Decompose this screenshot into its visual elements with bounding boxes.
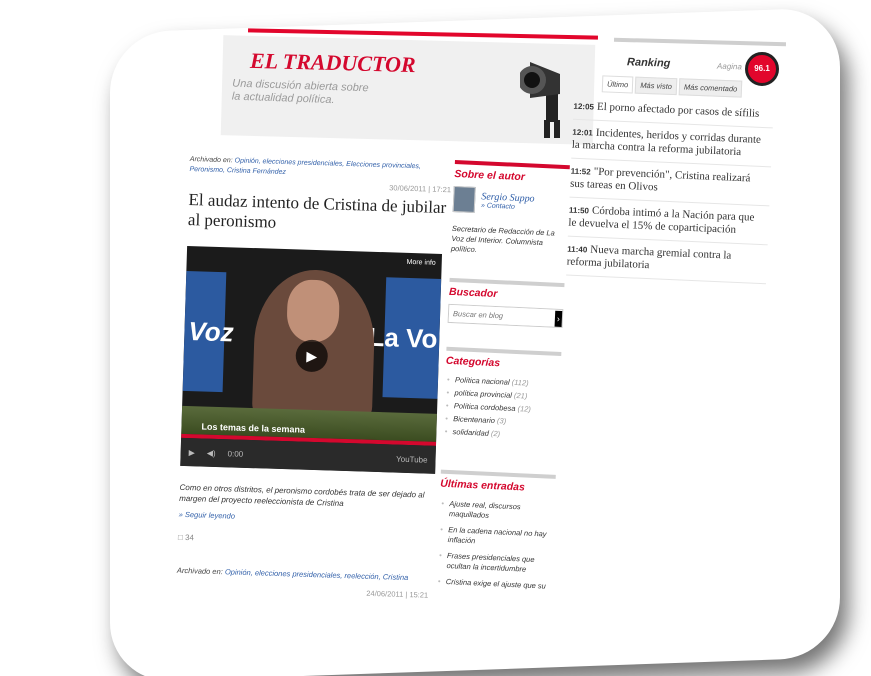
- archived-label: Archivado en:: [189, 155, 233, 165]
- category-name[interactable]: política provincial: [454, 388, 512, 400]
- ranking-time: 11:40: [567, 244, 588, 255]
- ranking-time: 12:05: [573, 101, 595, 112]
- category-count: (21): [513, 390, 528, 401]
- blog-page: EL TRADUCTOR Una discusión abierta sobre…: [0, 0, 871, 676]
- article-excerpt: Como en otros distritos, el peronismo co…: [179, 482, 425, 508]
- category-name[interactable]: Política nacional: [455, 375, 510, 386]
- comment-count-value: 34: [184, 533, 195, 543]
- middle-sidebar: Sobre el autor Sergio Suppo » Contacto S…: [435, 160, 570, 595]
- category-name[interactable]: Política cordobesa: [454, 401, 516, 413]
- categories-section-title: Categorías: [445, 354, 501, 370]
- archived-line-2: Archivado en: Opinión, elecciones presid…: [177, 566, 439, 583]
- search-section-title: Buscador: [448, 285, 498, 301]
- read-more-link[interactable]: » Seguir leyendo: [179, 510, 441, 527]
- tab-mas-visto[interactable]: Más visto: [634, 76, 678, 96]
- ranking-time: 11:50: [568, 205, 590, 216]
- megaphone-man-icon: [520, 62, 560, 138]
- video-player[interactable]: Voz La Vo ▶ More info Los temas de la se…: [180, 245, 443, 474]
- categories-list: Política nacional (112) política provinc…: [442, 373, 560, 443]
- ranking-headline[interactable]: Nueva marcha gremial contra la reforma j…: [566, 244, 731, 272]
- author-avatar[interactable]: [452, 185, 476, 213]
- radio-logo[interactable]: 96.1: [745, 52, 779, 86]
- article-headline[interactable]: El audaz intento de Cristina de jubilar …: [188, 190, 451, 238]
- ranking-top-bar: [613, 37, 787, 47]
- site-title[interactable]: EL TRADUCTOR: [250, 48, 416, 78]
- ranking-item[interactable]: 11:40 Nueva marcha gremial contra la refo…: [566, 236, 768, 285]
- archived-tags-2[interactable]: Opinión, elecciones presidenciales, reel…: [225, 567, 409, 582]
- youtube-logo[interactable]: YouTube: [396, 454, 428, 464]
- ranking-headline[interactable]: El porno afectado por casos de sífilis: [597, 101, 760, 120]
- author-card: Sergio Suppo » Contacto: [452, 185, 569, 217]
- ranking-headline[interactable]: Córdoba intimó a la Nación para que le d…: [568, 205, 754, 236]
- more-info-button[interactable]: More info: [406, 259, 435, 267]
- play-small-icon[interactable]: ▶: [189, 448, 195, 457]
- video-brand-right: La Vo: [368, 321, 438, 354]
- category-name[interactable]: Bicentenario: [453, 414, 495, 425]
- ranking-time: 12:01: [572, 127, 594, 138]
- video-time: 0:00: [227, 448, 244, 459]
- category-count: (2): [490, 428, 501, 439]
- entries-section-title: Últimas entradas: [440, 477, 526, 494]
- video-person-face: [286, 279, 341, 343]
- category-count: (12): [517, 404, 532, 414]
- volume-icon[interactable]: ◀): [207, 448, 216, 457]
- video-brand-left: Voz: [187, 316, 235, 348]
- tab-ultimo[interactable]: Último: [601, 75, 634, 94]
- tab-mas-comentado[interactable]: Más comentado: [678, 78, 743, 98]
- author-bio: Secretario de Redacción de La Voz del In…: [450, 223, 555, 255]
- site-subtitle: Una discusión abierta sobre la actualida…: [231, 77, 369, 107]
- comment-count[interactable]: □ 34: [178, 533, 440, 550]
- post-date-2: 24/06/2011 | 15:21: [366, 588, 429, 600]
- ranking-tabs: Último Más visto Más comentado: [601, 75, 743, 98]
- author-section-title: Sobre el autor: [454, 167, 526, 184]
- ranking-headline[interactable]: Incidentes, heridos y corridas durante l…: [572, 127, 762, 158]
- search-box: ›: [447, 303, 564, 329]
- category-name[interactable]: solidaridad: [452, 427, 489, 438]
- ranking-list: 12:05 El porno afectado por casos de sífi…: [566, 93, 774, 285]
- article-column: Archivado en: Opinión, elecciones presid…: [176, 155, 452, 600]
- recent-entries-list: Ajuste real, discursos maquillados En la…: [435, 496, 554, 595]
- search-submit-icon[interactable]: ›: [554, 310, 563, 327]
- search-input[interactable]: [448, 304, 556, 327]
- ranking-headline[interactable]: "Por prevención", Cristina realizará sus…: [570, 166, 751, 194]
- category-count: (112): [511, 377, 529, 388]
- ranking-aux: Aagina: [716, 61, 743, 72]
- category-count: (3): [496, 416, 507, 426]
- archived-label-2: Archivado en:: [176, 565, 223, 577]
- ranking-title: Ranking: [626, 56, 671, 70]
- ranking-time: 11:52: [570, 166, 591, 177]
